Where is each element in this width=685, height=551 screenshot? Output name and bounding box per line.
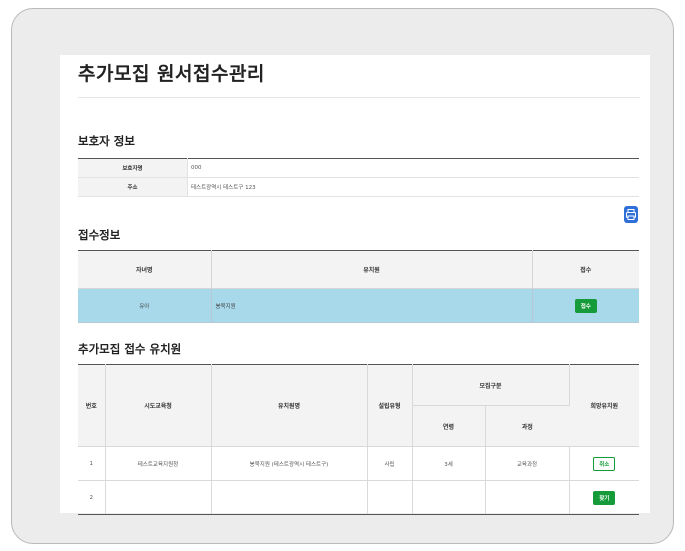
- page-title: 추가모집 원서접수관리: [78, 63, 265, 85]
- header-kindergarten-name: 유치원명: [211, 364, 368, 447]
- extra-heading: 추가모집 접수 유치원: [78, 342, 182, 356]
- header-child-name: 자녀명: [78, 250, 212, 289]
- guardian-address-value: 테스트광역시 테스트구 123: [187, 177, 639, 197]
- row-no: 2: [78, 480, 106, 515]
- printer-icon: [626, 209, 636, 220]
- row-age: 3세: [412, 446, 486, 481]
- row-age: [412, 480, 486, 515]
- guardian-name-value: 000: [187, 158, 639, 178]
- header-group: 모집구분: [412, 364, 570, 406]
- row-action: 찾기: [569, 480, 639, 515]
- guardian-table: 보호자명 000 주소 테스트광역시 테스트구 123: [78, 158, 639, 197]
- header-office: 시도교육청: [105, 364, 212, 447]
- table-row: 2 찾기: [78, 480, 639, 515]
- guardian-heading: 보호자 정보: [78, 134, 135, 148]
- page-content: 추가모집 원서접수관리 보호자 정보 보호자명 000 주소 테스트광역시 테스…: [60, 55, 650, 515]
- row-type: [367, 480, 413, 515]
- table-header-row: 번호 시도교육청 유치원명 설립유형 모집구분 희망유치원: [78, 364, 639, 447]
- child-name-cell: 유아: [78, 288, 212, 323]
- header-wish: 희망유치원: [569, 364, 639, 447]
- header-no: 번호: [78, 364, 106, 447]
- row-kindergarten: [211, 480, 368, 515]
- row-office: [105, 480, 212, 515]
- row-office: 테스트교육지원청: [105, 446, 212, 481]
- table-row: 주소 테스트광역시 테스트구 123: [78, 177, 639, 197]
- print-button[interactable]: [624, 206, 638, 223]
- header-course: 과정: [485, 405, 569, 447]
- table-row: 보호자명 000: [78, 158, 639, 178]
- table-header-row: 자녀명 유치원 접수: [78, 250, 639, 289]
- header-age: 연령: [412, 405, 486, 447]
- window-frame: 추가모집 원서접수관리 보호자 정보 보호자명 000 주소 테스트광역시 테스…: [11, 8, 674, 544]
- row-type: 사립: [367, 446, 413, 481]
- kindergarten-cell: 봉묵지원: [211, 288, 533, 323]
- cancel-button[interactable]: 취소: [593, 456, 616, 471]
- reception-action-cell: 접수: [532, 288, 639, 323]
- title-divider: [78, 97, 640, 98]
- table-row: 1 테스트교육지원청 봉묵지원 (테스트광역시 테스트구) 사립 3세 교육과정…: [78, 446, 639, 481]
- reception-heading: 접수정보: [78, 228, 121, 242]
- search-button[interactable]: 찾기: [593, 490, 616, 505]
- header-kindergarten: 유치원: [211, 250, 533, 289]
- row-no: 1: [78, 446, 106, 481]
- row-action: 취소: [569, 446, 639, 481]
- header-type: 설립유형: [367, 364, 413, 447]
- receive-button[interactable]: 접수: [574, 298, 597, 313]
- row-course: [485, 480, 570, 515]
- guardian-address-label: 주소: [78, 177, 188, 197]
- table-row[interactable]: 유아 봉묵지원 접수: [78, 288, 639, 323]
- row-kindergarten: 봉묵지원 (테스트광역시 테스트구): [211, 446, 368, 481]
- guardian-name-label: 보호자명: [78, 158, 188, 178]
- extra-recruitment-table: 번호 시도교육청 유치원명 설립유형 모집구분 희망유치원 연령 과정 1 테스…: [78, 364, 639, 515]
- header-reception: 접수: [532, 250, 639, 289]
- reception-table: 자녀명 유치원 접수 유아 봉묵지원 접수: [78, 250, 639, 323]
- row-course: 교육과정: [485, 446, 570, 481]
